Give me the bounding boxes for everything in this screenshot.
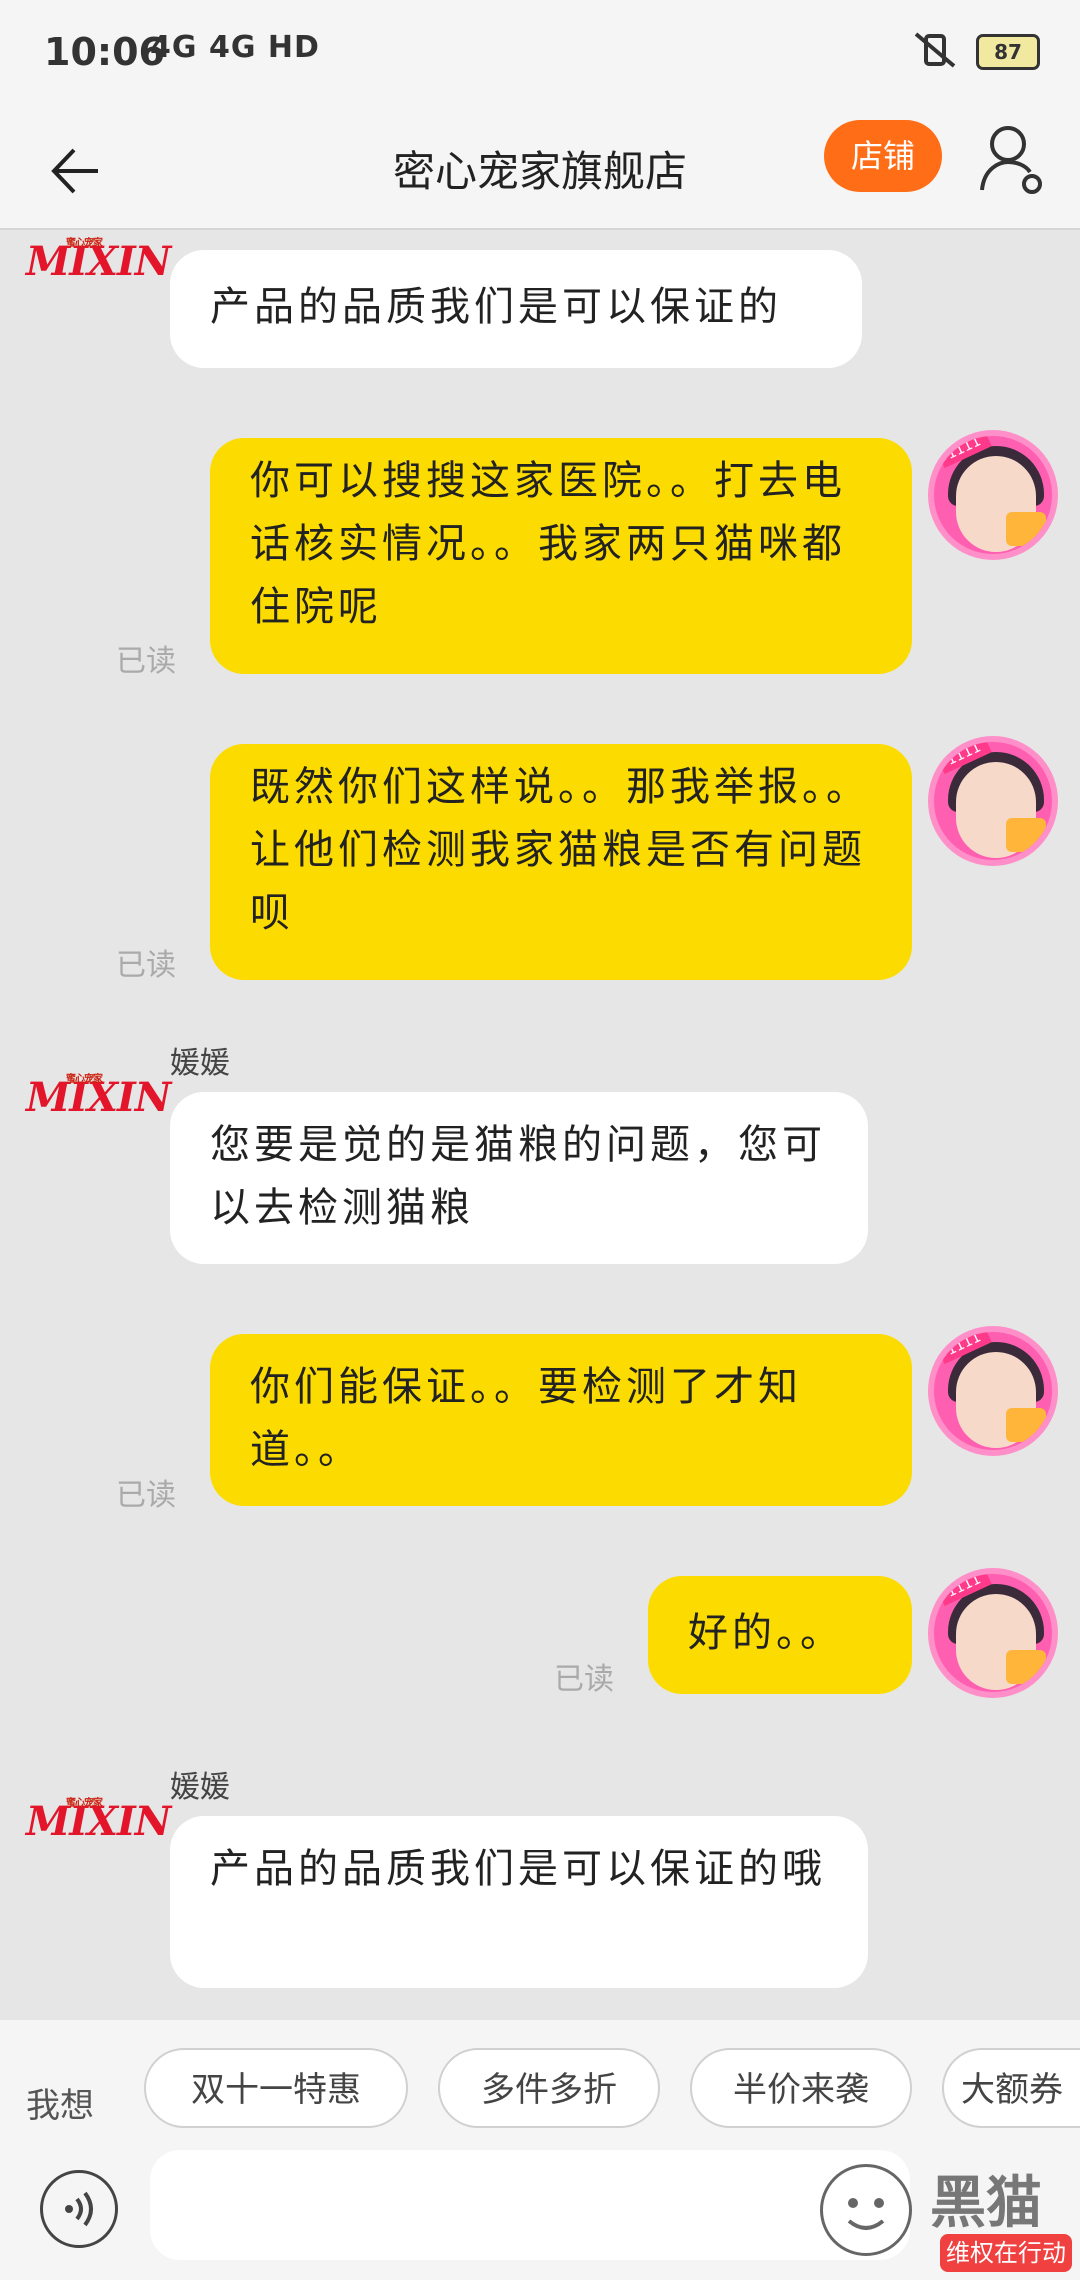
battery-indicator: 87	[976, 34, 1040, 70]
shop-logo: 蜜心宠家 MIXIN	[26, 1798, 171, 1848]
quick-reply-bar: 我想 双十一特惠 多件多折 半价来袭 大额券	[0, 2020, 1080, 2170]
read-status: 已读	[116, 948, 176, 983]
status-time: 10:06	[44, 30, 165, 74]
message-bubble-received[interactable]: 产品的品质我们是可以保证的	[170, 250, 862, 368]
quick-reply-chip[interactable]: 大额券	[942, 2048, 1080, 2128]
watermark-tag: 维权在行动	[940, 2234, 1072, 2272]
status-icons: 87	[912, 30, 1040, 74]
shop-title: 密心宠家旗舰店	[392, 147, 687, 196]
emoji-icon	[847, 2198, 885, 2230]
back-arrow-icon	[51, 148, 98, 194]
quick-reply-chip[interactable]: 半价来袭	[690, 2048, 912, 2128]
shop-logo-small: 蜜心宠家	[66, 1074, 103, 1085]
message-bubble-received[interactable]: 您要是觉的是猫粮的问题，您可以去检测猫粮	[170, 1092, 868, 1264]
shop-logo-small: 蜜心宠家	[66, 1798, 103, 1809]
sender-name: 媛媛	[170, 1046, 230, 1081]
user-avatar[interactable]: 1111	[928, 1568, 1058, 1698]
message-bubble-sent[interactable]: 好的。。	[648, 1576, 912, 1694]
message-bubble-sent[interactable]: 既然你们这样说。。那我举报。。让他们检测我家猫粮是否有问题呗	[210, 744, 912, 980]
status-bar: 10:06 4G 4G HD 87	[0, 0, 1080, 108]
shop-logo: 蜜心宠家 MIXIN	[26, 238, 171, 288]
quick-reply-prefix: 我想	[26, 2086, 94, 2126]
user-settings-button[interactable]	[978, 120, 1048, 200]
user-avatar[interactable]: 1111	[928, 736, 1058, 866]
network-indicator: 4G 4G HD	[150, 30, 320, 65]
chat-messages[interactable]: 蜜心宠家 MIXIN 产品的品质我们是可以保证的 你可以搜搜这家医院。。打去电话…	[0, 230, 1080, 2020]
cart-icon	[1006, 1650, 1046, 1684]
emoji-button[interactable]	[820, 2164, 912, 2256]
read-status: 已读	[116, 1478, 176, 1513]
sender-name: 媛媛	[170, 1770, 230, 1805]
chat-header: 密心宠家旗舰店 店铺	[0, 108, 1080, 230]
quick-reply-chip[interactable]: 双十一特惠	[144, 2048, 408, 2128]
cart-icon	[1006, 1408, 1046, 1442]
back-button[interactable]	[40, 136, 110, 206]
message-bubble-sent[interactable]: 你可以搜搜这家医院。。打去电话核实情况。。我家两只猫咪都住院呢	[210, 438, 912, 674]
message-bubble-sent[interactable]: 你们能保证。。要检测了才知道。。	[210, 1334, 912, 1506]
cart-icon	[1006, 818, 1046, 852]
shop-logo-small: 蜜心宠家	[66, 238, 103, 249]
voice-icon	[65, 2191, 93, 2227]
quick-reply-chip[interactable]: 多件多折	[438, 2048, 660, 2128]
voice-button[interactable]	[40, 2170, 118, 2248]
message-input[interactable]	[150, 2150, 910, 2260]
store-button[interactable]: 店铺	[824, 120, 942, 192]
user-avatar[interactable]: 1111	[928, 430, 1058, 560]
shop-logo: 蜜心宠家 MIXIN	[26, 1074, 171, 1124]
cart-icon	[1006, 512, 1046, 546]
user-avatar[interactable]: 1111	[928, 1326, 1058, 1456]
watermark: 黑猫 维权在行动	[900, 2158, 1080, 2278]
message-bubble-received[interactable]: 产品的品质我们是可以保证的哦	[170, 1816, 868, 1988]
user-settings-icon	[980, 126, 1042, 194]
read-status: 已读	[116, 644, 176, 679]
watermark-logo: 黑猫	[930, 2171, 1042, 2236]
input-bar: 黑猫 维权在行动	[0, 2150, 1080, 2280]
vibrate-icon	[912, 30, 958, 74]
read-status: 已读	[554, 1662, 614, 1697]
